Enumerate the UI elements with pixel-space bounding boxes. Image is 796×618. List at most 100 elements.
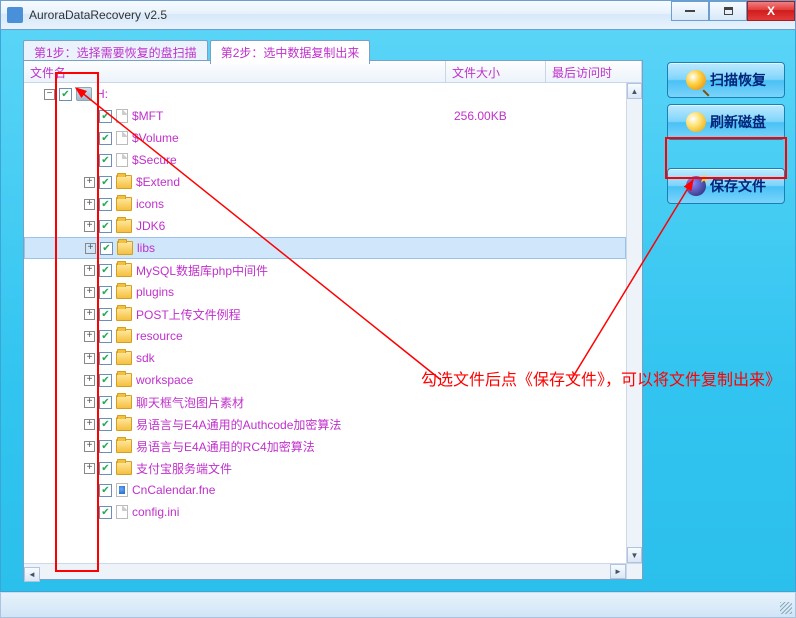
folder-icon (116, 175, 132, 189)
tree-row[interactable]: +JDK6 (24, 215, 626, 237)
tree-row[interactable]: config.ini (24, 501, 626, 523)
folder-icon (116, 285, 132, 299)
col-size[interactable]: 文件大小 (446, 61, 546, 82)
file-icon (116, 109, 128, 123)
folder-icon (116, 219, 132, 233)
scroll-down-button[interactable]: ▼ (627, 547, 642, 563)
checkbox[interactable] (99, 418, 112, 431)
folder-icon (116, 417, 132, 431)
tree-row[interactable]: $Secure (24, 149, 626, 171)
expand-icon[interactable]: + (84, 177, 95, 188)
column-headers: 文件名 文件大小 最后访问时 (24, 61, 642, 83)
tree-row[interactable]: + plugins (24, 281, 626, 303)
folder-icon (116, 461, 132, 475)
refresh-icon (686, 112, 706, 132)
checkbox[interactable] (99, 484, 112, 497)
window-title: AuroraDataRecovery v2.5 (29, 8, 167, 22)
save-file-button[interactable]: 保存文件 (667, 168, 785, 204)
tree-row[interactable]: +POST上传文件例程 (24, 303, 626, 325)
row-label: plugins (136, 285, 174, 299)
scroll-up-button[interactable]: ▲ (627, 83, 642, 99)
tree-row[interactable]: +resource (24, 325, 626, 347)
checkbox[interactable] (99, 374, 112, 387)
expand-icon[interactable]: + (84, 353, 95, 364)
tree-row[interactable]: +sdk (24, 347, 626, 369)
expand-icon[interactable]: + (84, 221, 95, 232)
checkbox[interactable] (99, 462, 112, 475)
app-icon (7, 7, 23, 23)
expand-icon[interactable]: + (84, 331, 95, 342)
row-label: H: (96, 87, 108, 101)
folder-icon (116, 263, 132, 277)
checkbox[interactable] (100, 242, 113, 255)
magnifier-icon (686, 70, 706, 90)
col-name[interactable]: 文件名 (24, 61, 446, 82)
checkbox[interactable] (99, 132, 112, 145)
checkbox[interactable] (59, 88, 72, 101)
refresh-disk-button[interactable]: 刷新磁盘 (667, 104, 785, 140)
expand-icon[interactable]: + (84, 397, 95, 408)
save-icon (686, 176, 706, 196)
row-label: $Volume (132, 131, 179, 145)
expand-icon[interactable]: + (84, 441, 95, 452)
tree-row[interactable]: +易语言与E4A通用的RC4加密算法 (24, 435, 626, 457)
expand-icon[interactable]: + (84, 265, 95, 276)
checkbox[interactable] (99, 264, 112, 277)
file-panel: 文件名 文件大小 最后访问时 − H: $MFT 256.00KB $Volume $… (23, 60, 643, 580)
scan-recover-button[interactable]: 扫描恢复 (667, 62, 785, 98)
close-button[interactable]: X (747, 1, 795, 21)
expand-icon[interactable]: + (85, 243, 96, 254)
expand-icon[interactable]: + (84, 199, 95, 210)
expand-icon[interactable]: + (84, 309, 95, 320)
maximize-button[interactable] (709, 1, 747, 21)
expand-icon[interactable]: + (84, 463, 95, 474)
row-label: 聊天框气泡图片素材 (136, 394, 244, 411)
checkbox[interactable] (99, 440, 112, 453)
checkbox[interactable] (99, 176, 112, 189)
row-label: $MFT (132, 109, 163, 123)
checkbox[interactable] (99, 198, 112, 211)
col-time[interactable]: 最后访问时 (546, 61, 642, 82)
tree-row[interactable]: + MySQL数据库php中间件 (24, 259, 626, 281)
horizontal-scrollbar[interactable]: ◄ ► (24, 563, 626, 579)
row-label: config.ini (132, 505, 179, 519)
scroll-left-button[interactable]: ◄ (24, 567, 40, 582)
checkbox[interactable] (99, 110, 112, 123)
vertical-scrollbar[interactable]: ▲ ▼ (626, 83, 642, 563)
window-controls: X (671, 1, 795, 21)
collapse-icon[interactable]: − (44, 89, 55, 100)
tree-row[interactable]: +支付宝服务端文件 (24, 457, 626, 479)
file-icon (116, 131, 128, 145)
tree-row[interactable]: +易语言与E4A通用的Authcode加密算法 (24, 413, 626, 435)
tree-root-row[interactable]: − H: (24, 83, 626, 105)
tab-step2[interactable]: 第2步：选中数据复制出来 (210, 40, 371, 64)
button-label: 扫描恢复 (710, 70, 766, 90)
client-area: 第1步：选择需要恢复的盘扫描 第2步：选中数据复制出来 文件名 文件大小 最后访… (0, 30, 796, 592)
expand-icon[interactable]: + (84, 375, 95, 386)
row-label: MySQL数据库php中间件 (136, 262, 268, 279)
expand-icon[interactable]: + (84, 287, 95, 298)
tree-row[interactable]: CnCalendar.fne (24, 479, 626, 501)
checkbox[interactable] (99, 308, 112, 321)
row-label: workspace (136, 373, 193, 387)
checkbox[interactable] (99, 396, 112, 409)
scroll-right-button[interactable]: ► (610, 564, 626, 579)
expand-icon[interactable]: + (84, 419, 95, 430)
tree-row[interactable]: +icons (24, 193, 626, 215)
checkbox[interactable] (99, 220, 112, 233)
checkbox[interactable] (99, 286, 112, 299)
checkbox[interactable] (99, 330, 112, 343)
checkbox[interactable] (99, 506, 112, 519)
tree-row[interactable]: $Volume (24, 127, 626, 149)
minimize-button[interactable] (671, 1, 709, 21)
tree-row[interactable]: $MFT 256.00KB (24, 105, 626, 127)
checkbox[interactable] (99, 154, 112, 167)
folder-icon (116, 329, 132, 343)
checkbox[interactable] (99, 352, 112, 365)
tree-row[interactable]: +$Extend (24, 171, 626, 193)
tree-row[interactable]: + workspace (24, 369, 626, 391)
tree-row[interactable]: + 聊天框气泡图片素材 (24, 391, 626, 413)
scroll-corner (626, 563, 642, 579)
tree-row[interactable]: +libs (24, 237, 626, 259)
row-size: 256.00KB (454, 109, 507, 123)
